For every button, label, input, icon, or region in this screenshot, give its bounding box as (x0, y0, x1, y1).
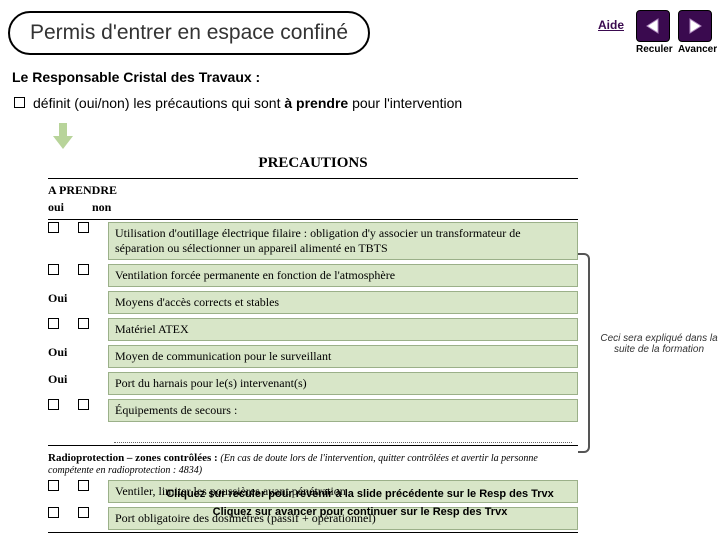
back-button[interactable] (636, 10, 670, 42)
form-row: Utilisation d'outillage électrique filai… (48, 220, 578, 262)
checkbox-non[interactable] (78, 264, 89, 275)
precaution-text: Utilisation d'outillage électrique filai… (108, 222, 578, 260)
precaution-text: Moyens d'accès corrects et stables (108, 291, 578, 314)
radio-section-header: Radioprotection – zones contrôlées : (En… (48, 446, 578, 478)
side-annotation: Ceci sera expliqué dans la suite de la f… (590, 333, 720, 355)
form-row: OuiPort du harnais pour le(s) intervenan… (48, 370, 578, 397)
triangle-right-icon (686, 17, 704, 35)
form-row: Équipements de secours : (48, 397, 578, 424)
checkbox-oui[interactable] (48, 264, 59, 275)
footer-hint-forward: Cliquez sur avancer pour continuer sur l… (0, 506, 720, 518)
form-row: Ventilation forcée permanente en fonctio… (48, 262, 578, 289)
precaution-text: Port du harnais pour le(s) intervenant(s… (108, 372, 578, 395)
precaution-text: Matériel ATEX (108, 318, 578, 341)
col-non-label: non (92, 200, 122, 215)
forward-button[interactable] (678, 10, 712, 42)
forward-label: Avancer (678, 44, 712, 55)
precaution-text: Équipements de secours : (108, 399, 578, 422)
form-title: PRECAUTIONS (48, 155, 578, 178)
brace-icon (578, 253, 590, 453)
checkbox-oui[interactable] (48, 318, 59, 329)
arrow-down-icon (48, 121, 78, 151)
checkbox-non[interactable] (78, 222, 89, 233)
form-subheader: A PRENDRE (48, 179, 578, 200)
back-label: Reculer (636, 44, 670, 55)
form-row: OuiMoyens d'accès corrects et stables (48, 289, 578, 316)
checkbox-non[interactable] (78, 318, 89, 329)
form-row: OuiMoyen de communication pour le survei… (48, 343, 578, 370)
checkbox-non[interactable] (78, 399, 89, 410)
help-link[interactable]: Aide (598, 10, 624, 32)
triangle-left-icon (644, 17, 662, 35)
col-oui-label: oui (48, 200, 78, 215)
dotted-line (114, 429, 572, 443)
bullet-item: définit (oui/non) les précautions qui so… (0, 93, 720, 121)
form-row: Matériel ATEX (48, 316, 578, 343)
footer-hint-back: Cliquez sur reculer pour revenir à la sl… (0, 488, 720, 500)
section-subtitle: Le Responsable Cristal des Travaux : (0, 59, 720, 93)
checkbox-oui[interactable] (48, 222, 59, 233)
precautions-form: PRECAUTIONS A PRENDRE oui non Utilisatio… (48, 155, 578, 533)
page-title: Permis d'entrer en espace confiné (8, 11, 370, 55)
precaution-text: Ventilation forcée permanente en fonctio… (108, 264, 578, 287)
checkbox-oui[interactable] (48, 399, 59, 410)
square-bullet-icon (14, 97, 25, 108)
precaution-text: Moyen de communication pour le surveilla… (108, 345, 578, 368)
